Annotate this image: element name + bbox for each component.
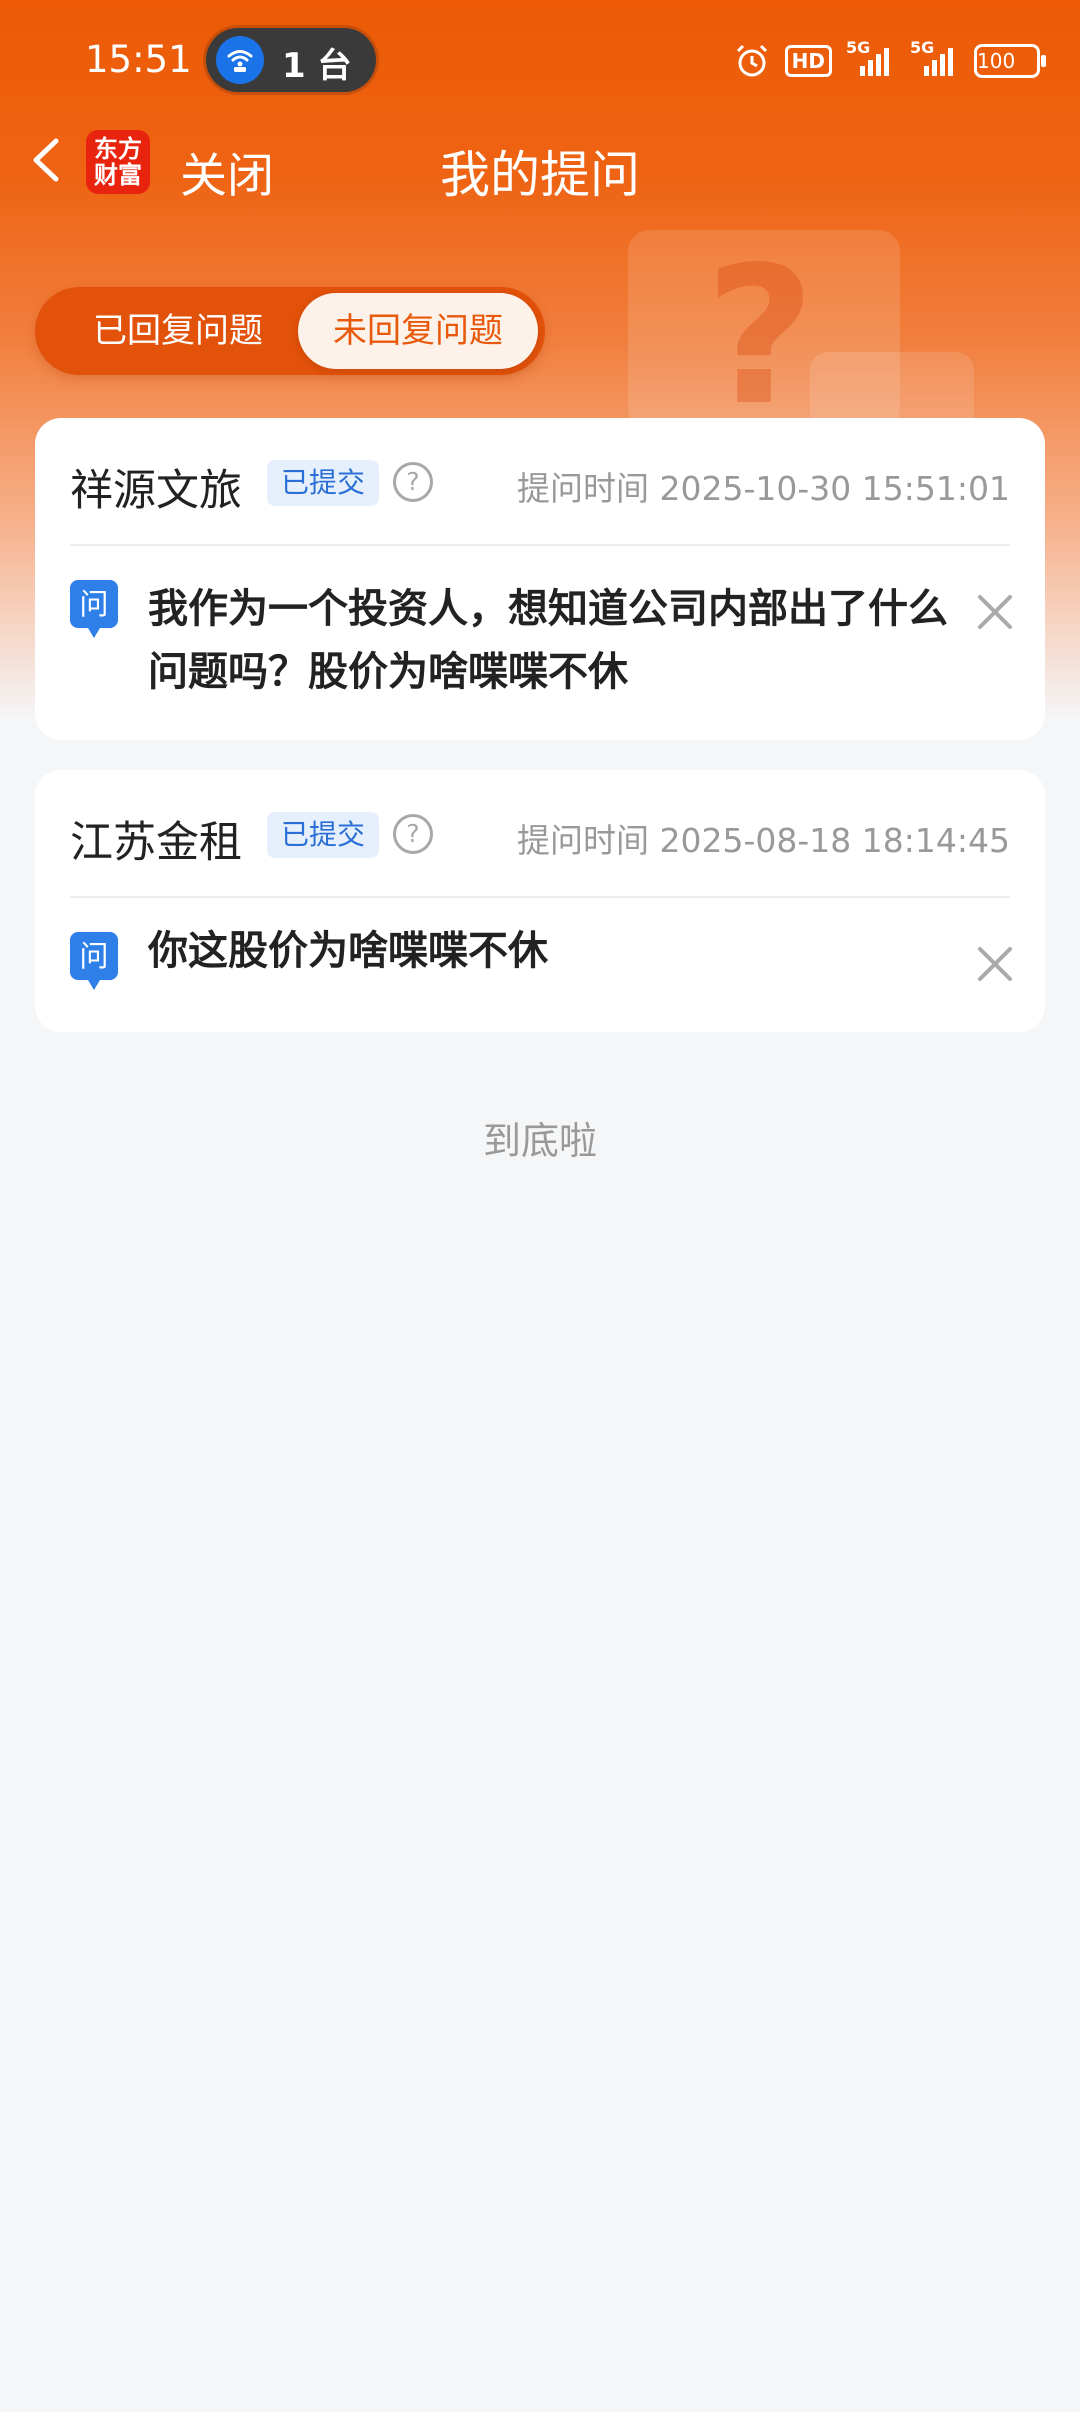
end-of-list-text: 到底啦 <box>482 1119 597 1163</box>
company-name: 祥源文旅 <box>70 466 242 516</box>
tab-replied[interactable]: 已回复问题 <box>53 287 303 375</box>
status-icons: HD 5G 5G 100 <box>733 38 1046 80</box>
ask-time: 提问时间 2025-10-30 15:51:01 <box>517 469 1010 508</box>
divider <box>70 544 1010 546</box>
status-badge: 已提交 <box>267 460 380 506</box>
status-bar: 15:51 1 台 HD 5G 5G 100 <box>0 0 1080 120</box>
question-text: 你这股价为啥喋喋不休 <box>148 928 548 974</box>
help-icon[interactable]: ? <box>393 462 433 502</box>
question-card[interactable]: 江苏金租 已提交 ? 提问时间 2025-08-18 18:14:45 问 你这… <box>35 770 1045 1032</box>
question-tabs: 已回复问题 未回复问题 <box>35 287 545 375</box>
question-card[interactable]: 祥源文旅 已提交 ? 提问时间 2025-10-30 15:51:01 问 我作… <box>35 418 1045 740</box>
help-icon[interactable]: ? <box>393 814 433 854</box>
close-icon[interactable] <box>975 944 1015 984</box>
close-icon[interactable] <box>975 592 1015 632</box>
tab-unreplied[interactable]: 未回复问题 <box>298 293 538 369</box>
company-name: 江苏金租 <box>70 818 242 868</box>
status-time: 15:51 <box>85 38 192 81</box>
hotspot-indicator[interactable]: 1 台 <box>206 28 376 92</box>
hotspot-count: 1 台 <box>282 46 352 86</box>
hotspot-icon <box>216 36 264 84</box>
signal-icon: 5G <box>910 38 960 78</box>
page-title: 我的提问 <box>440 146 640 204</box>
question-mark-decoration: ? <box>705 226 816 447</box>
divider <box>70 896 1010 898</box>
question-icon: 问 <box>70 932 118 990</box>
ask-time: 提问时间 2025-08-18 18:14:45 <box>517 821 1010 860</box>
signal-icon: 5G <box>846 38 896 78</box>
battery-icon: 100 <box>974 44 1046 78</box>
question-text: 我作为一个投资人，想知道公司内部出了什么问题吗？股价为啥喋喋不休 <box>148 586 948 695</box>
hd-icon: HD <box>784 45 832 77</box>
status-badge: 已提交 <box>267 812 380 858</box>
question-icon: 问 <box>70 580 118 638</box>
alarm-icon <box>733 42 771 80</box>
